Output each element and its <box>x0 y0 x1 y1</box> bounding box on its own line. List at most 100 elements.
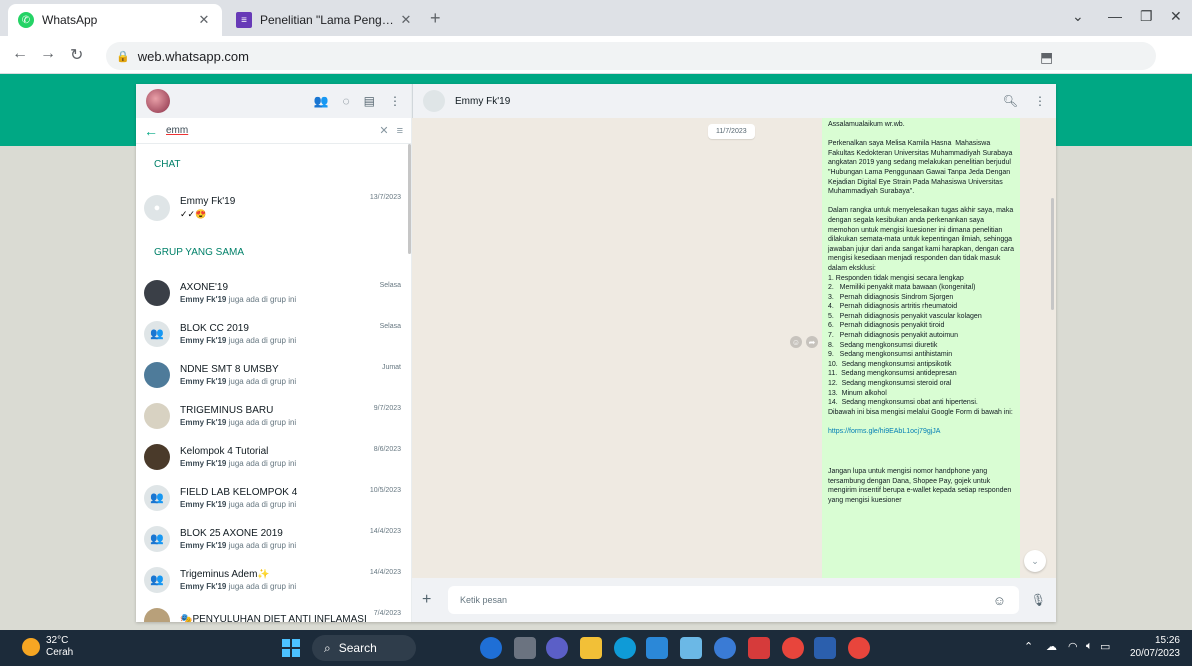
menu-icon[interactable]: ⋮ <box>1034 94 1046 108</box>
group-row[interactable]: 👥 Trigeminus Adem✨ Emmy Fk'19 juga ada di … <box>136 559 411 600</box>
group-photo <box>144 443 170 470</box>
attach-icon[interactable]: + <box>422 591 448 609</box>
clock-date: 20/07/2023 <box>1129 648 1180 659</box>
search-input[interactable]: emm <box>166 125 371 136</box>
filter-icon[interactable]: ≡ <box>397 125 403 137</box>
group-photo <box>144 279 170 306</box>
group-name: BLOK CC 2019 <box>180 322 249 334</box>
subtitle-text: juga ada di grup ini <box>226 335 297 345</box>
avatar[interactable] <box>146 89 170 113</box>
group-row[interactable]: 👥 BLOK CC 2019 Emmy Fk'19 juga ada di grup… <box>136 313 411 354</box>
group-name: BLOK 25 AXONE 2019 <box>180 527 283 539</box>
taskbar-search[interactable]: ⌕ Search <box>312 635 416 661</box>
install-app-icon[interactable]: ⬒ <box>1040 49 1053 66</box>
weather-condition: Cerah <box>46 647 74 658</box>
word-icon[interactable] <box>814 637 836 659</box>
app-icon[interactable] <box>714 637 736 659</box>
weather-widget[interactable]: 32°C Cerah <box>22 635 73 659</box>
tray-chevron-icon[interactable]: ⌃ <box>1024 640 1033 653</box>
back-arrow-icon[interactable]: ← <box>144 123 166 139</box>
windows-start-icon[interactable] <box>282 639 300 657</box>
new-tab-button[interactable]: + <box>430 8 441 29</box>
chat-app-icon[interactable] <box>546 637 568 659</box>
mic-icon[interactable]: 🎙︎ <box>1031 593 1046 607</box>
avatar: ● <box>144 195 170 221</box>
subtitle-text: juga ada di grup ini <box>226 499 297 509</box>
forward-icon[interactable]: ➦ <box>806 336 818 348</box>
tab-whatsapp[interactable]: ✆ WhatsApp ✕ <box>8 4 222 36</box>
contact-row[interactable]: ● Emmy Fk'19 ✓✓😍 13/7/2023 <box>136 184 411 232</box>
reaction-icon[interactable]: ☺ <box>790 336 802 348</box>
group-row[interactable]: AXONE'19 Emmy Fk'19 juga ada di grup ini S… <box>136 272 411 313</box>
message-link[interactable]: https://forms.gle/hi9EAbL1ocj79gjJA <box>828 427 1014 437</box>
menu-icon[interactable]: ⋮ <box>389 94 401 108</box>
close-window-button[interactable]: ✕ <box>1170 8 1182 25</box>
address-bar[interactable]: 🔒 web.whatsapp.com <box>106 42 1156 70</box>
contact-name: Emmy Fk'19 <box>180 196 236 207</box>
scroll-down-button[interactable]: ⌄ <box>1024 550 1046 572</box>
chrome-icon[interactable] <box>782 637 804 659</box>
subtitle-text: juga ada di grup ini <box>226 458 297 468</box>
status-icon[interactable]: ◌ <box>343 94 350 108</box>
onedrive-icon[interactable]: ☁ <box>1046 640 1057 653</box>
message-text: Assalamualaikum wr.wb. Perkenalkan saya … <box>828 121 1015 416</box>
back-button[interactable]: ← <box>12 45 28 63</box>
group-row[interactable]: 🎭PENYULUHAN DIET ANTI INFLAMASI 7/4/2023 <box>136 600 411 622</box>
group-time: 8/6/2023 <box>373 446 401 453</box>
sun-icon <box>22 638 40 656</box>
group-row[interactable]: TRIGEMINUS BARU Emmy Fk'19 juga ada di gr… <box>136 395 411 436</box>
conversation-title[interactable]: Emmy Fk'19 <box>455 96 510 107</box>
new-chat-icon[interactable]: ▤ <box>364 94 375 108</box>
group-name: AXONE'19 <box>180 281 229 293</box>
store-icon[interactable] <box>646 637 668 659</box>
message-bubble[interactable]: Assalamualaikum wr.wb. Perkenalkan saya … <box>822 118 1020 578</box>
group-row[interactable]: 👥 FIELD LAB KELOMPOK 4 Emmy Fk'19 juga ada… <box>136 477 411 518</box>
system-clock[interactable]: 15:26 20/07/2023 <box>1114 634 1180 660</box>
bing-icon[interactable] <box>480 637 502 659</box>
group-row[interactable]: Kelompok 4 Tutorial Emmy Fk'19 juga ada d… <box>136 436 411 477</box>
restore-button[interactable]: ❐ <box>1140 8 1153 25</box>
group-subtitle: Emmy Fk'19 juga ada di grup ini <box>180 377 382 386</box>
group-row[interactable]: NDNE SMT 8 UMSBY Emmy Fk'19 juga ada di g… <box>136 354 411 395</box>
group-time: Selasa <box>379 323 401 330</box>
forward-button[interactable]: → <box>40 45 56 63</box>
browser-toolbar: ← → ↻ 🔒 web.whatsapp.com ⬒ <box>0 36 1192 74</box>
search-bar: ← emm ✕ ≡ <box>136 118 411 144</box>
contact-time: 13/7/2023 <box>369 194 401 201</box>
search-icon[interactable]: 🔍︎ <box>1003 94 1018 108</box>
tab-search-icon[interactable]: ⌄ <box>1072 8 1084 25</box>
emoji-icon[interactable]: ☺ <box>993 593 1013 608</box>
close-tab-icon[interactable]: ✕ <box>398 12 414 28</box>
sidebar-scrollbar[interactable] <box>408 144 411 254</box>
edge-icon[interactable] <box>614 637 636 659</box>
group-subtitle: Emmy Fk'19 juga ada di grup ini <box>180 541 370 550</box>
tab-forms[interactable]: ≡ Penelitian "Lama Penggunaan Ga ✕ <box>226 4 424 36</box>
task-view-icon[interactable] <box>514 637 536 659</box>
group-time: 14/4/2023 <box>369 569 401 576</box>
group-subtitle: Emmy Fk'19 juga ada di grup ini <box>180 500 370 509</box>
chrome-icon[interactable] <box>848 637 870 659</box>
message-input[interactable]: Ketik pesan <box>448 586 1019 614</box>
group-time: Selasa <box>379 282 401 289</box>
conversation-header[interactable]: Emmy Fk'19 🔍︎ ⋮ <box>412 84 1056 118</box>
avatar[interactable] <box>423 90 445 112</box>
clear-search-icon[interactable]: ✕ <box>379 124 388 137</box>
communities-icon[interactable]: 👥 <box>314 94 329 108</box>
conversation-scrollbar[interactable] <box>1051 198 1054 310</box>
mcafee-icon[interactable] <box>748 637 770 659</box>
group-list: AXONE'19 Emmy Fk'19 juga ada di grup ini S… <box>136 272 411 622</box>
member-name: Emmy Fk'19 <box>180 376 227 386</box>
minimize-button[interactable]: — <box>1108 8 1122 24</box>
group-avatar-icon: 👥 <box>144 484 170 511</box>
group-row[interactable]: 👥 BLOK 25 AXONE 2019 Emmy Fk'19 juga ada d… <box>136 518 411 559</box>
close-tab-icon[interactable]: ✕ <box>196 12 212 28</box>
group-name: NDNE SMT 8 UMSBY <box>180 363 279 375</box>
member-name: Emmy Fk'19 <box>180 294 227 304</box>
forms-icon: ≡ <box>236 12 252 28</box>
app-icon[interactable] <box>680 637 702 659</box>
battery-icon[interactable]: ▭ <box>1100 640 1110 653</box>
wifi-icon[interactable]: ◠ <box>1068 640 1078 653</box>
volume-icon[interactable]: 🔈︎ <box>1086 640 1093 653</box>
file-explorer-icon[interactable] <box>580 637 602 659</box>
reload-button[interactable]: ↻ <box>70 45 83 65</box>
